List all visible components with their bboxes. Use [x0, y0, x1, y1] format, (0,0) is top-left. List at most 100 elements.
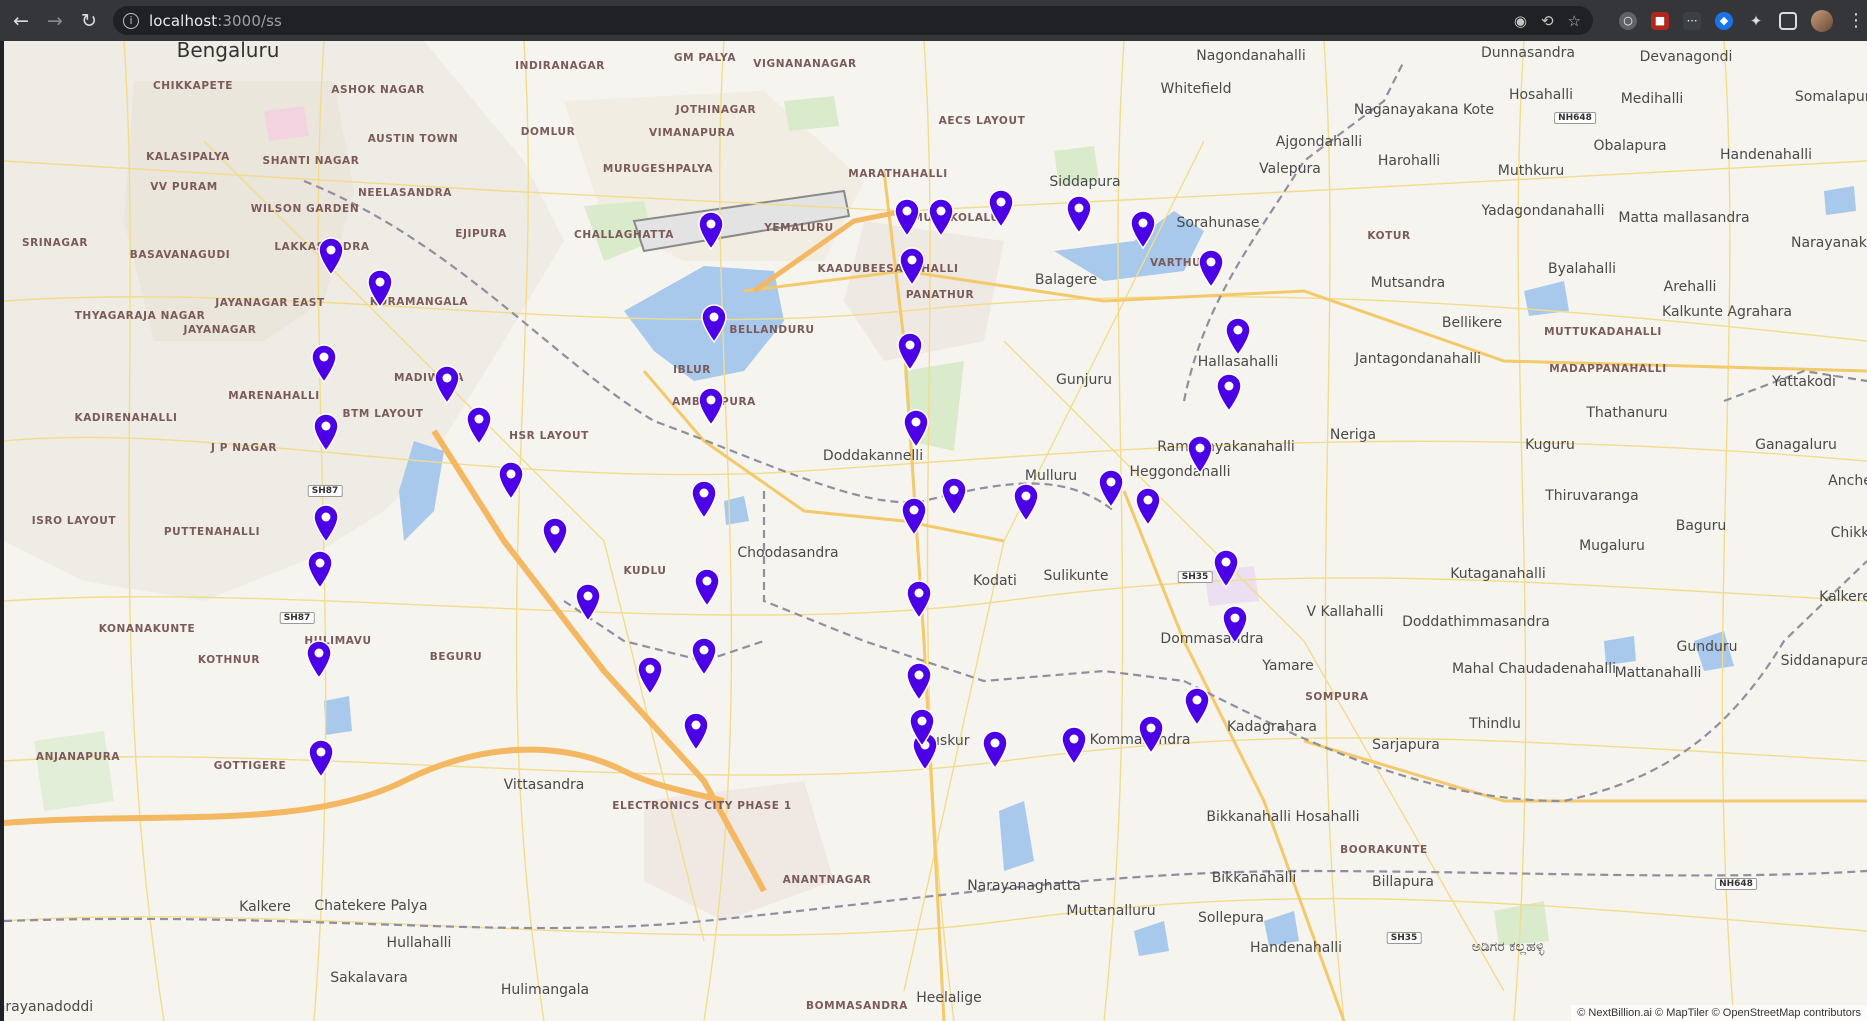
map-marker-icon[interactable]: [366, 268, 394, 308]
map-marker-icon[interactable]: [305, 639, 333, 679]
map-marker-icon[interactable]: [693, 567, 721, 607]
place-label: Thathanuru: [1586, 405, 1668, 421]
map-marker-icon[interactable]: [465, 405, 493, 445]
map-marker-icon[interactable]: [697, 386, 725, 426]
map-marker-icon[interactable]: [1221, 604, 1249, 644]
map-marker-icon[interactable]: [574, 582, 602, 622]
place-label: SHANTI NAGAR: [262, 155, 360, 167]
map-marker-icon[interactable]: [1186, 434, 1214, 474]
place-label: ANJANAPURA: [35, 751, 121, 763]
map-marker-icon[interactable]: [1065, 194, 1093, 234]
map-marker-icon[interactable]: [1060, 725, 1088, 765]
bookmark-star-icon[interactable]: ☆: [1568, 12, 1581, 30]
place-label: Yamare: [1262, 658, 1314, 674]
map-basemap: [4, 41, 1867, 1021]
extension-circle-icon[interactable]: ○: [1619, 11, 1637, 30]
place-label: Ganagaluru: [1755, 437, 1837, 453]
place-label: VIGNANANAGAR: [753, 58, 857, 70]
map-attribution[interactable]: © NextBillion.ai © MapTiler © OpenStreet…: [1571, 1005, 1867, 1021]
place-label: PUTTENAHALLI: [163, 526, 261, 538]
map-marker-icon[interactable]: [306, 549, 334, 589]
map-marker-icon[interactable]: [1012, 482, 1040, 522]
url-path: :3000/ss: [217, 11, 282, 30]
place-label: Muttanalluru: [1066, 903, 1156, 919]
place-label: PANATHUR: [905, 289, 975, 301]
reload-icon[interactable]: ↻: [76, 8, 102, 34]
place-label: Choodasandra: [737, 545, 839, 561]
avatar[interactable]: [1811, 9, 1833, 32]
back-icon[interactable]: ←: [8, 8, 34, 34]
map-marker-icon[interactable]: [896, 331, 924, 371]
map-marker-icon[interactable]: [497, 460, 525, 500]
map-marker-icon[interactable]: [905, 579, 933, 619]
map-marker-icon[interactable]: [1215, 372, 1243, 412]
place-label: MUTTUKADAHALLI: [1544, 326, 1662, 338]
map-marker-icon[interactable]: [307, 738, 335, 778]
place-label: MADAPPANAHALLI: [1549, 363, 1667, 375]
forward-icon[interactable]: →: [42, 8, 68, 34]
map-marker-icon[interactable]: [908, 707, 936, 747]
map-marker-icon[interactable]: [1224, 316, 1252, 356]
map-marker-icon[interactable]: [905, 661, 933, 701]
map-marker-icon[interactable]: [312, 503, 340, 543]
map-marker-icon[interactable]: [636, 655, 664, 695]
road-shield-label: SH87: [307, 485, 343, 497]
map-marker-icon[interactable]: [1197, 248, 1225, 288]
map-marker-icon[interactable]: [900, 496, 928, 536]
map-marker-icon[interactable]: [1129, 209, 1157, 249]
puzzle-icon[interactable]: ✦: [1747, 12, 1765, 30]
place-label: KADIRENAHALLI: [74, 412, 178, 424]
location-icon[interactable]: ◉: [1514, 12, 1527, 30]
map-marker-icon[interactable]: [312, 412, 340, 452]
place-label: Matta mallasandra: [1618, 210, 1750, 226]
map-marker-icon[interactable]: [682, 711, 710, 751]
map-marker-icon[interactable]: [690, 479, 718, 519]
map-marker-icon[interactable]: [317, 236, 345, 276]
side-panel-icon[interactable]: [1779, 11, 1797, 30]
place-label: ಅಡಿಗರ ಕಲ್ಲಹಳ್ಳಿ: [1471, 939, 1545, 955]
map-marker-icon[interactable]: [893, 197, 921, 237]
road-shield-label: SH87: [279, 612, 315, 624]
map-marker-icon[interactable]: [981, 729, 1009, 769]
map-marker-icon[interactable]: [1212, 548, 1240, 588]
place-label: YEMALURU: [764, 222, 834, 234]
place-label: Billapura: [1372, 874, 1434, 890]
menu-kebab-icon[interactable]: ⋮: [1847, 10, 1865, 31]
map-marker-icon[interactable]: [940, 476, 968, 516]
map-marker-icon[interactable]: [1137, 714, 1165, 754]
extension-dots-icon[interactable]: ⋯: [1683, 11, 1701, 30]
share-icon[interactable]: ⟲: [1541, 12, 1554, 30]
map-marker-icon[interactable]: [1097, 468, 1125, 508]
extension-red-icon[interactable]: ■: [1651, 11, 1669, 30]
place-label: Arehalli: [1663, 279, 1717, 295]
extension-shield-icon[interactable]: ◆: [1715, 11, 1733, 30]
map-marker-icon[interactable]: [700, 303, 728, 343]
place-label: AECS LAYOUT: [938, 115, 1026, 127]
map-marker-icon[interactable]: [898, 246, 926, 286]
place-label: KONANAKUNTE: [98, 623, 196, 635]
place-label: Nagondanahalli: [1196, 48, 1306, 64]
place-label: Balagere: [1034, 272, 1098, 288]
map-marker-icon[interactable]: [433, 364, 461, 404]
map-marker-icon[interactable]: [310, 343, 338, 383]
map-marker-icon[interactable]: [541, 516, 569, 556]
place-label: VV PURAM: [150, 181, 218, 193]
map-marker-icon[interactable]: [1134, 486, 1162, 526]
place-label: Neriga: [1329, 427, 1377, 443]
place-label: Byalahalli: [1547, 261, 1617, 277]
map-marker-icon[interactable]: [1183, 686, 1211, 726]
place-label: BOMMASANDRA: [806, 1000, 908, 1012]
place-label: Thindlu: [1469, 716, 1521, 732]
map-marker-icon[interactable]: [927, 197, 955, 237]
map-marker-icon[interactable]: [697, 210, 725, 250]
map-canvas[interactable]: CHIKKAPETE ASHOK NAGAR INDIRANAGAR GM PALYA…: [4, 41, 1867, 1021]
map-marker-icon[interactable]: [902, 408, 930, 448]
place-label: KAADUBEESANAHALLI: [817, 263, 959, 275]
place-label: Bellikere: [1441, 315, 1503, 331]
site-info-icon[interactable]: i: [123, 12, 139, 29]
place-label: Mahal Chaudadenahalli: [1451, 661, 1617, 677]
map-marker-icon[interactable]: [987, 188, 1015, 228]
address-bar[interactable]: i localhost:3000/ss ◉ ⟲ ☆: [113, 6, 1593, 35]
place-label: GOTTIGERE: [213, 760, 287, 772]
map-marker-icon[interactable]: [690, 636, 718, 676]
